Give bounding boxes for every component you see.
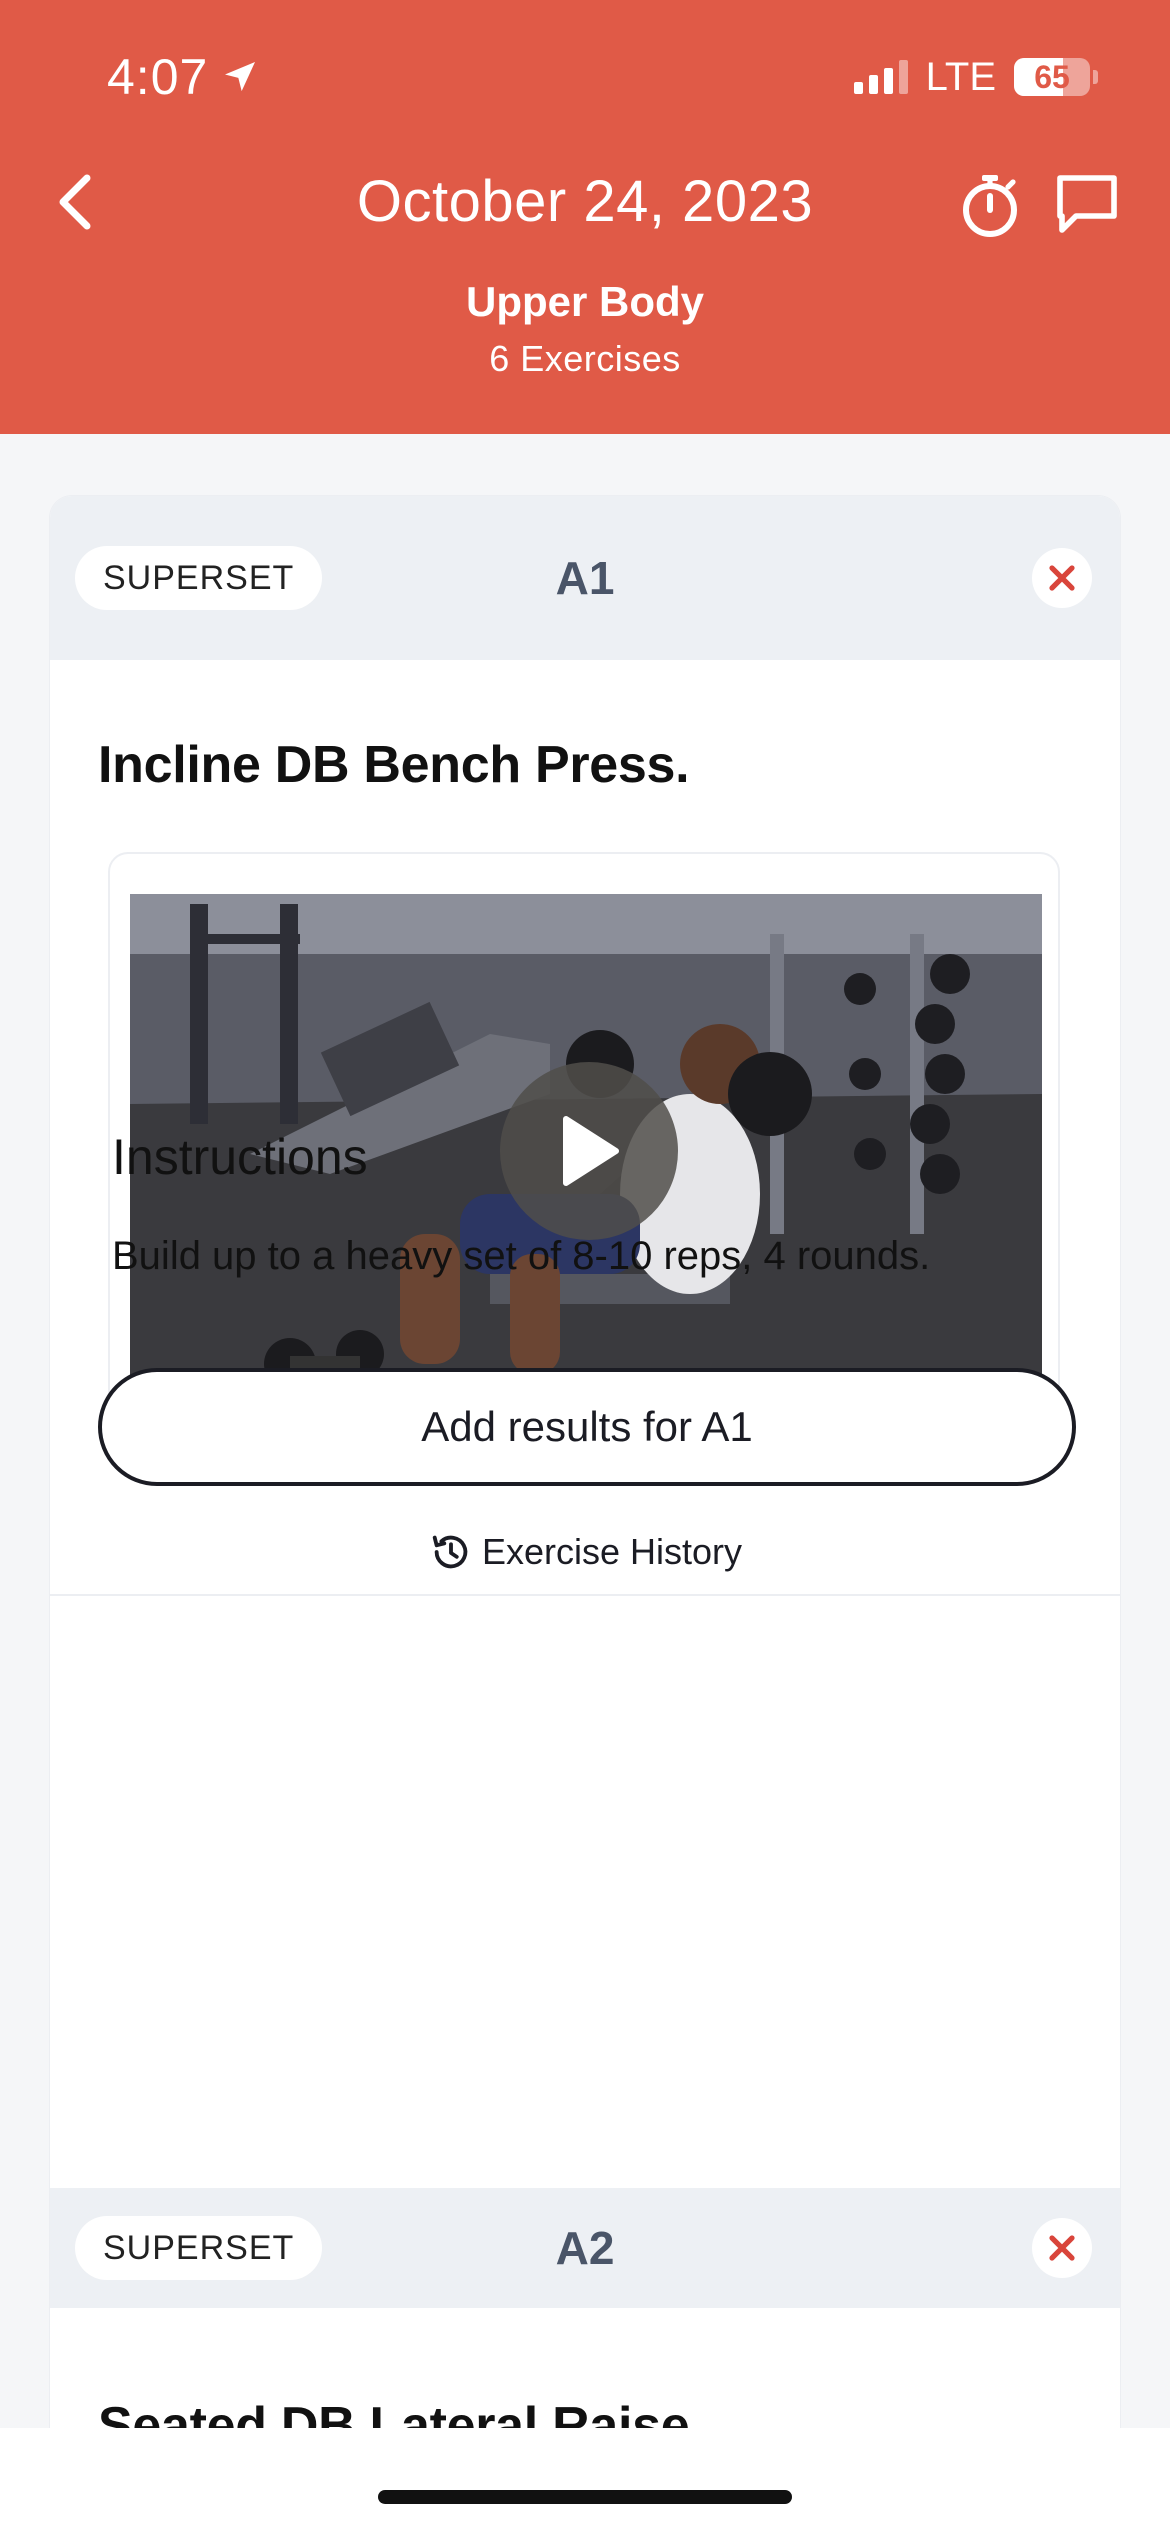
location-arrow-icon: [225, 62, 256, 92]
chat-button[interactable]: [1052, 172, 1122, 236]
instructions-heading: Instructions: [112, 1129, 368, 1185]
timer-button[interactable]: [956, 172, 1024, 240]
section-divider: [50, 1594, 1120, 1596]
history-icon: [432, 1535, 468, 1569]
home-indicator[interactable]: [378, 2490, 792, 2504]
superset-label: A1: [555, 552, 615, 604]
exercise-history-link[interactable]: Exercise History: [50, 1526, 1120, 1578]
add-results-button[interactable]: Add results for A1: [98, 1368, 1076, 1486]
bottom-safe-area: [0, 2428, 1170, 2532]
remove-exercise-button[interactable]: [1032, 2218, 1092, 2278]
close-icon: [1049, 2235, 1075, 2261]
stopwatch-icon: [963, 175, 1017, 237]
remove-exercise-button[interactable]: [1032, 548, 1092, 608]
superset-label: A2: [555, 2222, 615, 2274]
chat-bubble-icon: [1057, 175, 1117, 233]
play-icon: [563, 1116, 619, 1186]
exercise-history-label: Exercise History: [481, 1531, 743, 1572]
battery-icon: 65: [1014, 58, 1098, 96]
status-bar-indicators: LTE 65: [853, 52, 1098, 102]
battery-level: 65: [1034, 58, 1070, 95]
workout-name: Upper Body: [465, 278, 704, 325]
close-icon: [1049, 565, 1075, 591]
instructions-text: Build up to a heavy set of 8-10 reps, 4 …: [112, 1234, 931, 1278]
exercise-count: 6 Exercises: [489, 338, 681, 379]
exercise-list-card: SUPERSET A1 Incline DB Bench Press. Inst…: [50, 496, 1120, 2532]
superset-header-a2: SUPERSET A2: [50, 2188, 1120, 2308]
exercise-name: Incline DB Bench Press.: [98, 736, 690, 794]
network-label: LTE: [925, 54, 996, 99]
workout-header: 4:07 LTE 65 October 24, 2023 Upper Body …: [0, 0, 1170, 434]
status-bar-time: 4:07: [107, 48, 260, 106]
signal-icon: [853, 60, 908, 94]
superset-header-a1: SUPERSET A1: [50, 496, 1120, 660]
play-video-button[interactable]: [500, 1062, 678, 1240]
